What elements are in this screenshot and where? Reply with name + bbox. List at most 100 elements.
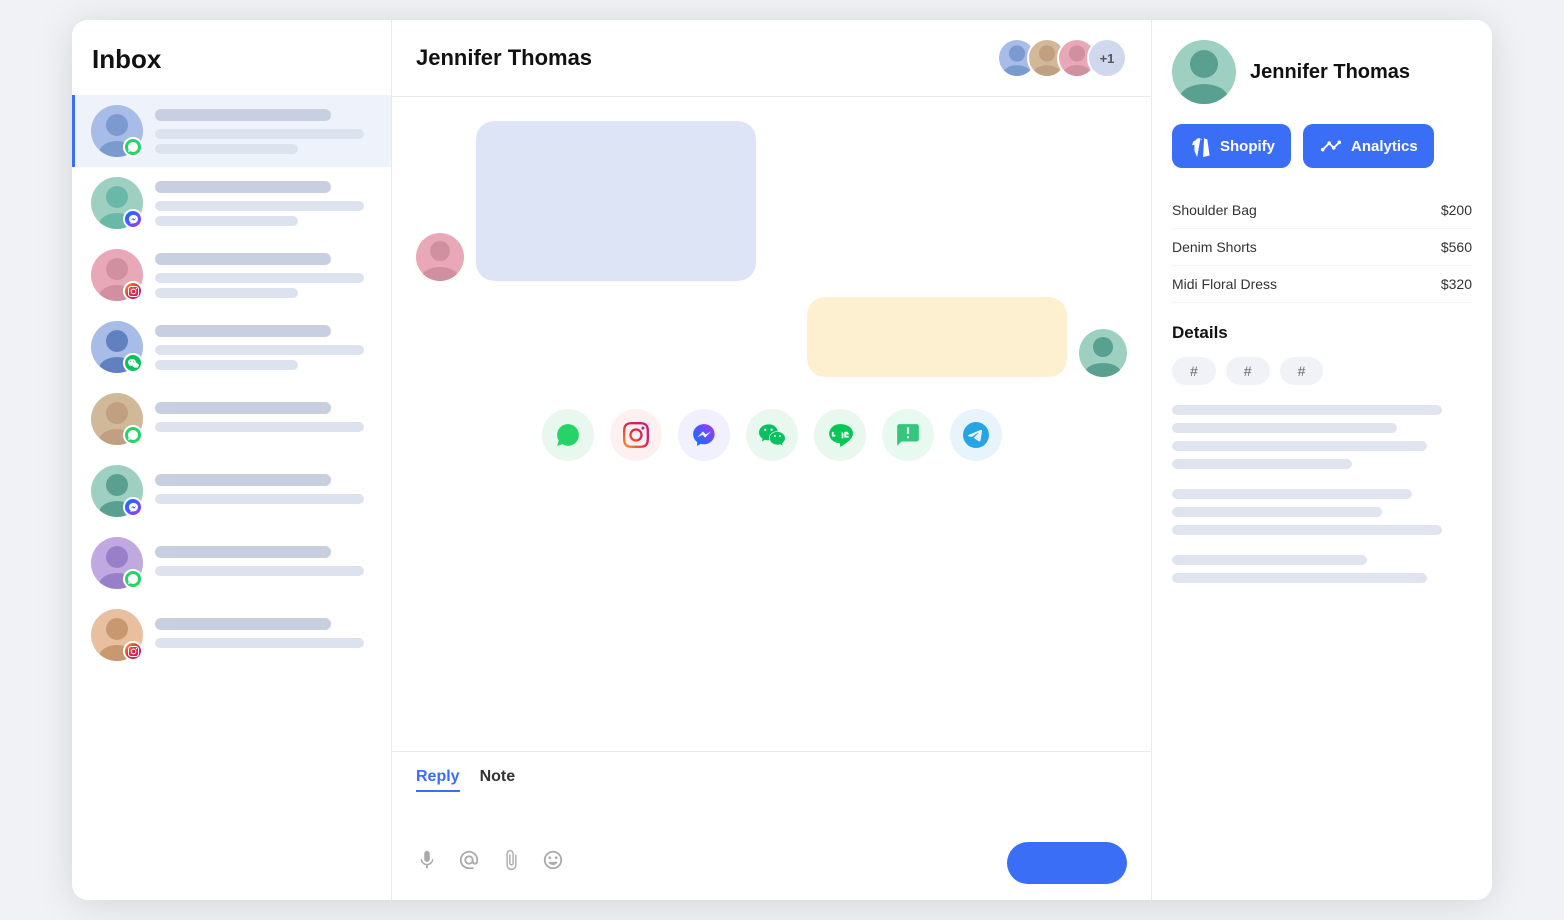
inbox-name-bar-8 (155, 618, 331, 630)
tags-row: # # # (1172, 357, 1472, 385)
platform-line-btn[interactable] (814, 409, 866, 461)
inbox-list (72, 95, 391, 671)
inbox-item-1[interactable] (72, 95, 391, 167)
app-container: Inbox (72, 20, 1492, 900)
inbox-name-bar-7 (155, 546, 331, 558)
inbox-msg-bar2-2 (155, 216, 298, 226)
chat-messages (392, 97, 1151, 751)
inbox-panel: Inbox (72, 20, 392, 900)
details-section-title: Details (1172, 323, 1472, 343)
avatar-wrapper-2 (91, 177, 143, 229)
chat-title: Jennifer Thomas (416, 45, 592, 71)
inbox-item-8[interactable] (72, 599, 391, 671)
inbox-name-bar-3 (155, 253, 331, 265)
text-line-4 (1172, 459, 1352, 469)
inbox-item-5[interactable] (72, 383, 391, 455)
inbox-text-6 (155, 474, 375, 509)
inbox-item-6[interactable] (72, 455, 391, 527)
details-avatar (1172, 40, 1236, 104)
platform-wechat-btn[interactable] (746, 409, 798, 461)
inbox-name-bar-2 (155, 181, 331, 193)
shopify-button[interactable]: Shopify (1172, 124, 1291, 168)
group-avatar-plus[interactable]: +1 (1087, 38, 1127, 78)
microphone-icon[interactable] (416, 849, 438, 877)
text-line-1 (1172, 405, 1442, 415)
analytics-icon (1319, 134, 1343, 158)
platform-sms-btn[interactable] (882, 409, 934, 461)
avatar-group: +1 (997, 38, 1127, 78)
reply-tabs: Reply Note (416, 768, 1127, 792)
shopify-icon (1188, 134, 1212, 158)
platform-whatsapp-btn[interactable] (542, 409, 594, 461)
badge-whatsapp-5 (123, 425, 143, 445)
inbox-text-5 (155, 402, 375, 437)
badge-instagram-3 (123, 281, 143, 301)
purchase-price-3: $320 (1441, 276, 1472, 292)
tag-2[interactable]: # (1226, 357, 1270, 385)
details-contact-name: Jennifer Thomas (1250, 61, 1410, 84)
inbox-item-3[interactable] (72, 239, 391, 311)
inbox-msg-bar-6 (155, 494, 364, 504)
message-bubble-image (476, 121, 756, 281)
inbox-text-3 (155, 253, 375, 298)
shopify-label: Shopify (1220, 138, 1275, 155)
message-image (476, 121, 756, 281)
avatar-wrapper-5 (91, 393, 143, 445)
badge-messenger-6 (123, 497, 143, 517)
attachment-icon[interactable] (500, 849, 522, 877)
inbox-text-8 (155, 618, 375, 653)
tag-1[interactable]: # (1172, 357, 1216, 385)
inbox-text-4 (155, 325, 375, 370)
tag-3[interactable]: # (1280, 357, 1324, 385)
text-line-8 (1172, 555, 1367, 565)
emoji-icon[interactable] (542, 849, 564, 877)
avatar-wrapper-8 (91, 609, 143, 661)
avatar-wrapper-6 (91, 465, 143, 517)
text-line-5 (1172, 489, 1412, 499)
inbox-msg-bar2-3 (155, 288, 298, 298)
purchase-name-3: Midi Floral Dress (1172, 276, 1277, 292)
avatar-wrapper-4 (91, 321, 143, 373)
msg-avatar-sent (1079, 329, 1127, 377)
chat-header: Jennifer Thomas (392, 20, 1151, 97)
platform-instagram-btn[interactable] (610, 409, 662, 461)
purchase-price-1: $200 (1441, 202, 1472, 218)
inbox-text-7 (155, 546, 375, 581)
purchases-section: Shoulder Bag $200 Denim Shorts $560 Midi… (1172, 192, 1472, 303)
platform-telegram-btn[interactable] (950, 409, 1002, 461)
purchase-name-2: Denim Shorts (1172, 239, 1257, 255)
inbox-name-bar-6 (155, 474, 331, 486)
text-line-2 (1172, 423, 1397, 433)
avatar-wrapper-3 (91, 249, 143, 301)
platform-messenger-btn[interactable] (678, 409, 730, 461)
note-tab[interactable]: Note (480, 768, 516, 792)
badge-instagram-8 (123, 641, 143, 661)
inbox-item-4[interactable] (72, 311, 391, 383)
inbox-msg-bar-1 (155, 129, 364, 139)
msg-avatar-received (416, 233, 464, 281)
platform-icons-row (416, 393, 1127, 477)
inbox-text-2 (155, 181, 375, 226)
details-text-lines (1172, 405, 1472, 583)
avatar-wrapper-7 (91, 537, 143, 589)
footer-icons (416, 849, 564, 877)
message-sent-1 (416, 297, 1127, 377)
badge-whatsapp-1 (123, 137, 143, 157)
details-header: Jennifer Thomas (1172, 40, 1472, 104)
inbox-name-bar-5 (155, 402, 331, 414)
chat-panel: Jennifer Thomas (392, 20, 1152, 900)
analytics-button[interactable]: Analytics (1303, 124, 1434, 168)
inbox-name-bar-4 (155, 325, 331, 337)
badge-messenger-2 (123, 209, 143, 229)
inbox-msg-bar2-1 (155, 144, 298, 154)
inbox-item-7[interactable] (72, 527, 391, 599)
text-line-7 (1172, 525, 1442, 535)
reply-tab[interactable]: Reply (416, 768, 460, 792)
inbox-msg-bar2-4 (155, 360, 298, 370)
purchase-item-1: Shoulder Bag $200 (1172, 192, 1472, 229)
mention-icon[interactable] (458, 849, 480, 877)
badge-whatsapp-7 (123, 569, 143, 589)
inbox-item-2[interactable] (72, 167, 391, 239)
send-button[interactable] (1007, 842, 1127, 884)
details-panel: Jennifer Thomas Shopify Analytics Should… (1152, 20, 1492, 900)
